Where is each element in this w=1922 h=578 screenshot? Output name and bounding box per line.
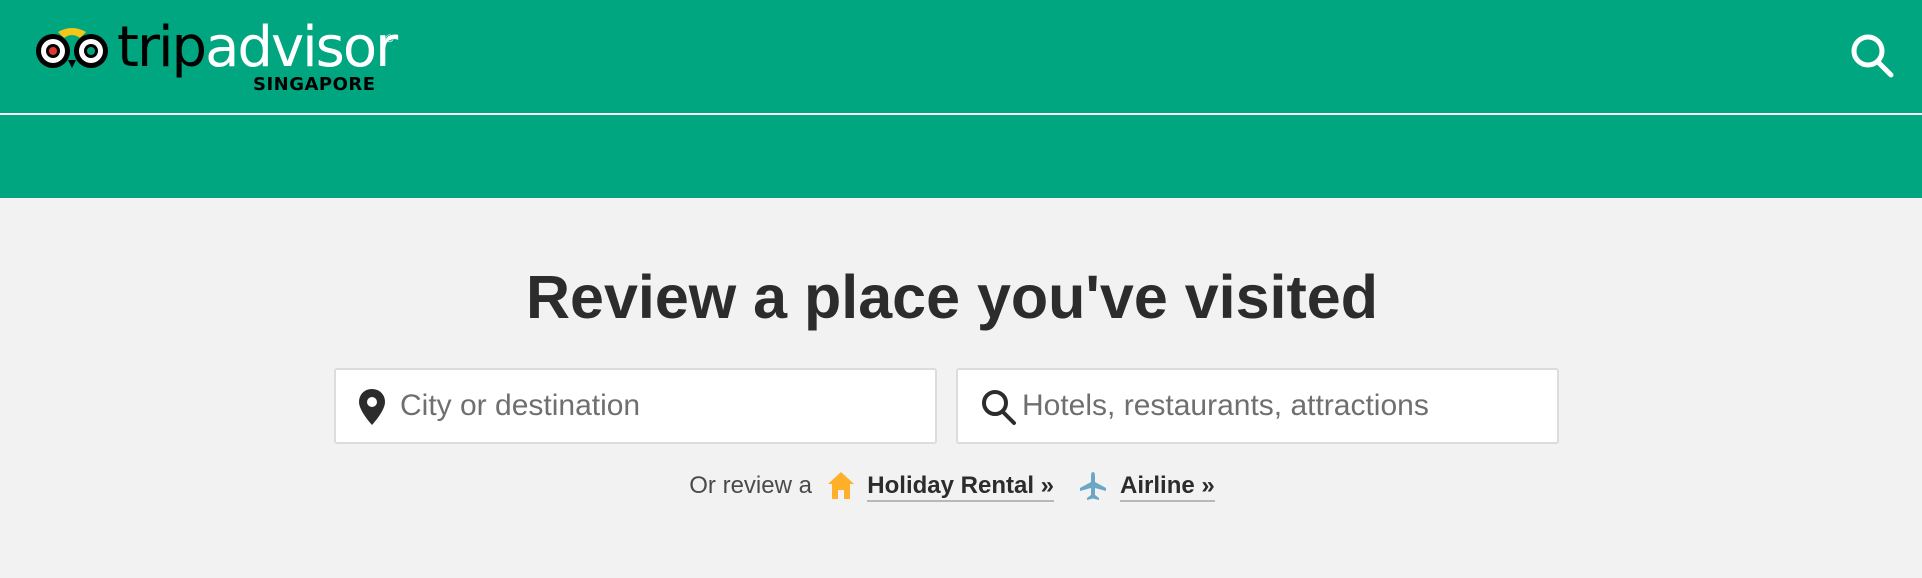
logo-region-label: SINGAPORE xyxy=(253,74,376,95)
tripadvisor-logo[interactable]: tripadvisor ® SINGAPORE xyxy=(34,16,404,98)
house-icon xyxy=(827,472,854,499)
airline-link[interactable]: Airline » xyxy=(1120,472,1215,502)
search-icon xyxy=(1851,34,1894,78)
logo-word-advisor: advisor xyxy=(205,15,398,80)
registered-mark: ® xyxy=(384,32,395,45)
or-review-lead-text: Or review a xyxy=(689,472,812,499)
owl-logo-icon xyxy=(36,28,108,68)
header-bar: tripadvisor ® SINGAPORE xyxy=(0,0,1922,114)
logo-word-trip: trip xyxy=(117,15,207,80)
holiday-rental-link[interactable]: Holiday Rental » xyxy=(867,472,1055,502)
map-pin-icon xyxy=(359,389,385,425)
or-review-row: Or review a Holiday Rental » Airline » xyxy=(0,471,1904,502)
destination-input[interactable] xyxy=(400,382,920,430)
page-title: Review a place you've visited xyxy=(526,263,1378,331)
secondary-nav-bar xyxy=(0,115,1922,198)
destination-field[interactable] xyxy=(334,368,937,444)
place-search-input[interactable] xyxy=(1022,382,1542,430)
search-icon xyxy=(982,390,1016,425)
logo-wordmark: tripadvisor xyxy=(117,15,398,80)
airplane-icon xyxy=(1080,472,1107,500)
place-search-field[interactable] xyxy=(956,368,1559,444)
header-search-button[interactable] xyxy=(1849,32,1897,80)
